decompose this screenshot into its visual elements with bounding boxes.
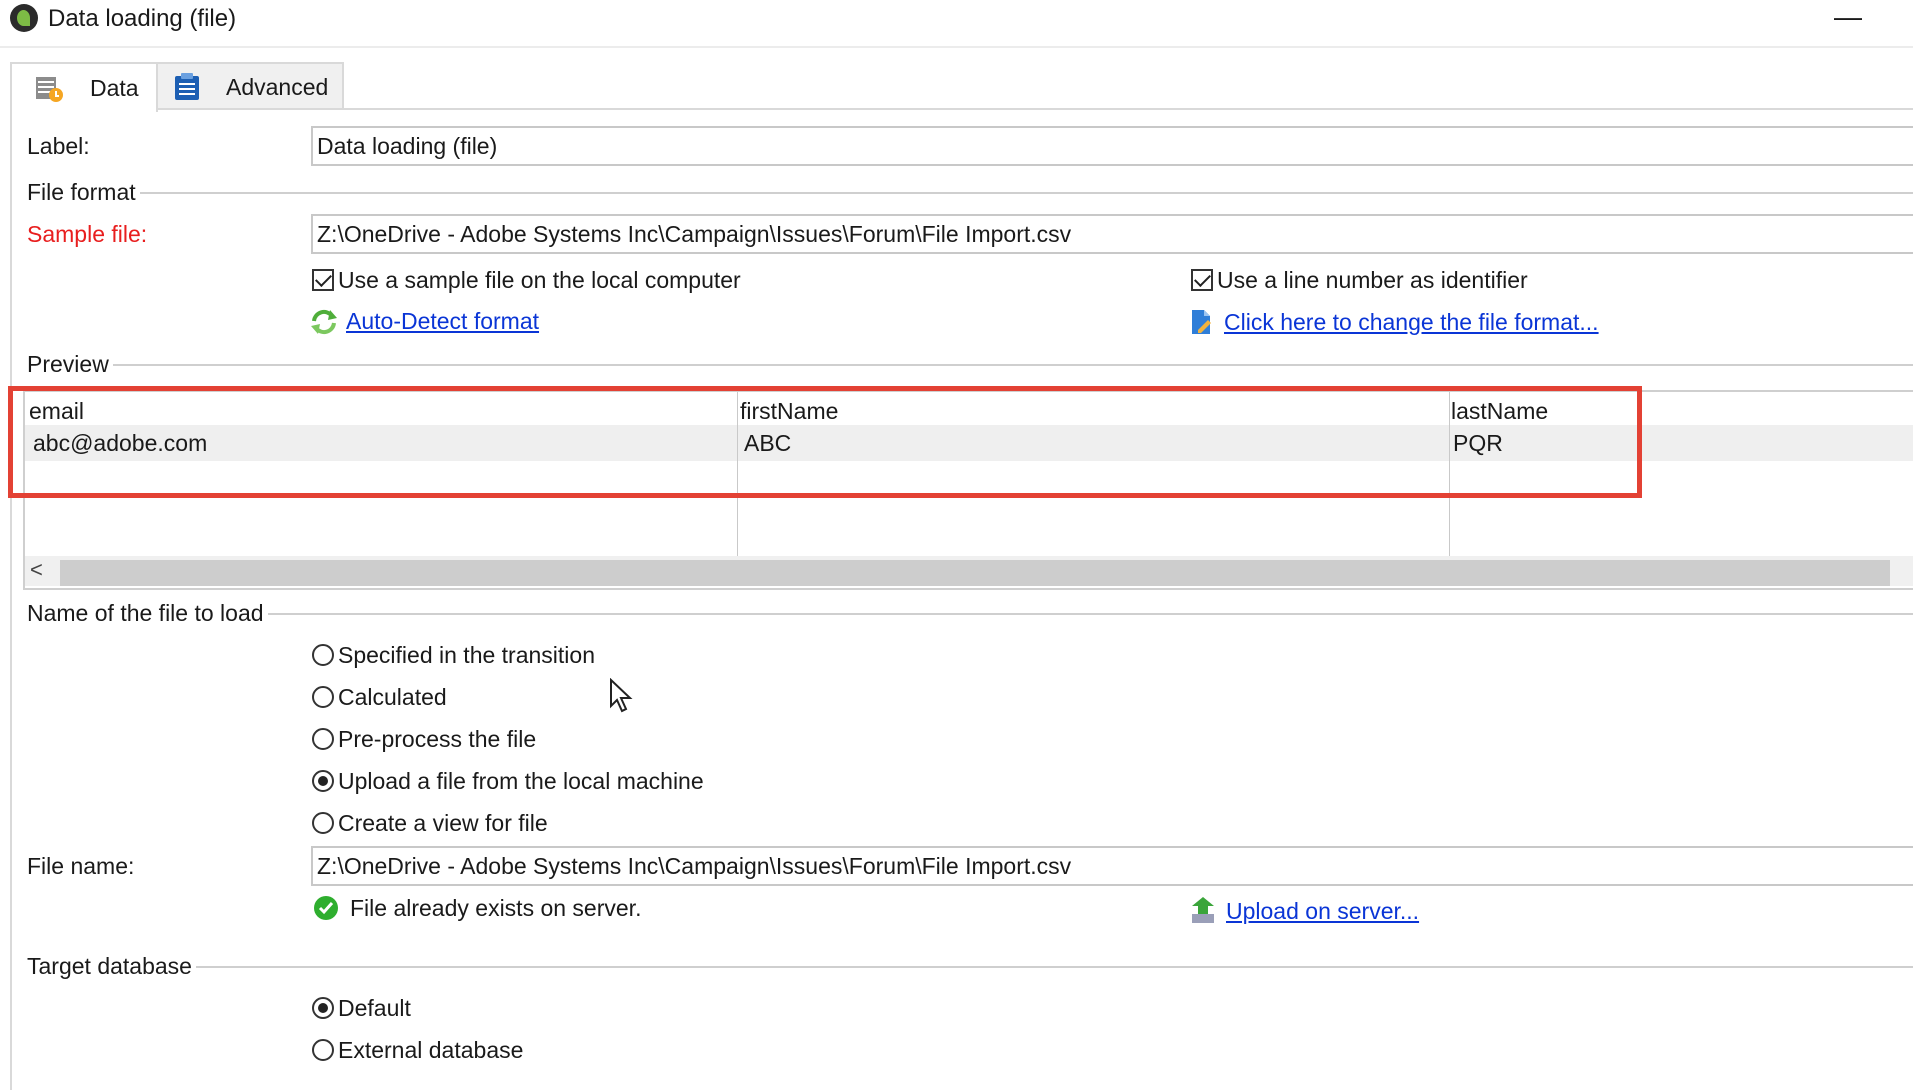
option-label: Calculated: [338, 684, 447, 710]
file-to-load-section: Name of the file to load: [27, 599, 1913, 627]
upload-on-server-link[interactable]: Upload on server...: [1226, 898, 1419, 925]
option-default-db[interactable]: Default: [312, 994, 411, 1022]
use-line-number-label: Use a line number as identifier: [1217, 267, 1528, 293]
use-line-number-checkbox[interactable]: Use a line number as identifier: [1191, 266, 1528, 294]
change-format-row[interactable]: Click here to change the file format...: [1190, 308, 1599, 336]
highlight-annotation: [8, 386, 1642, 498]
tab-data[interactable]: Data: [10, 62, 158, 112]
label-caption: Label:: [27, 133, 90, 159]
preview-section: Preview: [27, 350, 1913, 378]
option-label: Specified in the transition: [338, 642, 595, 668]
file-to-load-heading: Name of the file to load: [27, 600, 264, 626]
minimize-button[interactable]: —: [1833, 2, 1863, 32]
refresh-icon: [311, 309, 337, 334]
auto-detect-link[interactable]: Auto-Detect format: [346, 308, 539, 335]
target-database-heading: Target database: [27, 953, 192, 979]
radio-button[interactable]: [312, 644, 334, 666]
edit-document-icon: [1192, 310, 1211, 334]
option-label: Create a view for file: [338, 810, 548, 836]
option-specified-in-transition[interactable]: Specified in the transition: [312, 641, 595, 669]
file-format-heading: File format: [27, 179, 136, 205]
change-format-link[interactable]: Click here to change the file format...: [1224, 309, 1599, 336]
section-divider: [195, 966, 1913, 968]
mouse-cursor-icon: [610, 678, 633, 713]
section-divider: [112, 364, 1913, 366]
file-name-input[interactable]: Z:\OneDrive - Adobe Systems Inc\Campaign…: [311, 846, 1913, 886]
radio-button[interactable]: [312, 686, 334, 708]
preview-heading: Preview: [27, 351, 109, 377]
option-pre-process[interactable]: Pre-process the file: [312, 725, 536, 753]
option-label: Default: [338, 995, 411, 1021]
option-label: Upload a file from the local machine: [338, 768, 704, 794]
option-external-db[interactable]: External database: [312, 1036, 523, 1064]
radio-button[interactable]: [312, 1039, 334, 1061]
radio-button[interactable]: [312, 770, 334, 792]
scroll-left-arrow-icon[interactable]: <: [30, 555, 43, 585]
section-divider: [139, 192, 1913, 194]
upload-row[interactable]: Upload on server...: [1188, 896, 1419, 926]
use-sample-local-checkbox[interactable]: Use a sample file on the local computer: [312, 266, 741, 294]
file-format-section: File format: [27, 178, 1913, 206]
app-logo-icon: [10, 4, 38, 32]
target-database-section: Target database: [27, 952, 1913, 980]
radio-button[interactable]: [312, 728, 334, 750]
file-status-text: File already exists on server.: [350, 895, 642, 921]
option-create-view[interactable]: Create a view for file: [312, 809, 548, 837]
tab-advanced[interactable]: Advanced: [154, 62, 344, 110]
data-table-icon: [36, 77, 63, 102]
option-label: Pre-process the file: [338, 726, 537, 752]
sample-file-input[interactable]: Z:\OneDrive - Adobe Systems Inc\Campaign…: [311, 214, 1913, 254]
checkbox-box[interactable]: [312, 269, 334, 291]
window-title: Data loading (file): [48, 5, 237, 32]
clipboard-icon: [175, 73, 199, 100]
label-input[interactable]: Data loading (file): [311, 126, 1913, 166]
use-sample-local-label: Use a sample file on the local computer: [338, 267, 741, 293]
title-bar: [0, 0, 1913, 48]
upload-icon: [1192, 897, 1214, 923]
option-label: External database: [338, 1037, 524, 1063]
tab-data-label: Data: [90, 74, 139, 101]
file-name-caption: File name:: [27, 853, 135, 879]
option-upload-local[interactable]: Upload a file from the local machine: [312, 767, 704, 795]
radio-button[interactable]: [312, 812, 334, 834]
check-circle-icon: [314, 896, 338, 920]
tab-advanced-label: Advanced: [226, 73, 329, 100]
checkbox-box[interactable]: [1191, 269, 1213, 291]
auto-detect-row[interactable]: Auto-Detect format: [310, 308, 539, 335]
section-divider: [267, 613, 1913, 615]
radio-button[interactable]: [312, 997, 334, 1019]
sample-file-caption: Sample file:: [27, 221, 148, 247]
option-calculated[interactable]: Calculated: [312, 683, 447, 711]
file-status-row: File already exists on server.: [312, 894, 641, 922]
scrollbar-thumb[interactable]: [60, 560, 1890, 586]
